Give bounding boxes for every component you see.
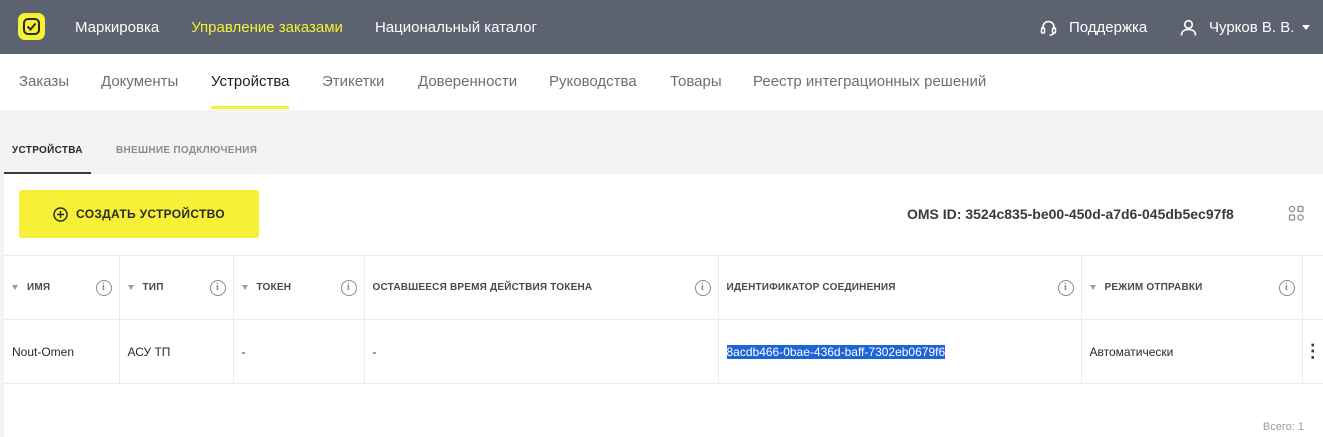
create-device-label: СОЗДАТЬ УСТРОЙСТВО [76,207,225,221]
cell-name: Nout-Omen [4,319,120,384]
table-row[interactable]: Nout-Omen АСУ ТП - - 8acdb466-0bae-436d-… [4,319,1323,384]
copy-settings-icon[interactable] [1288,205,1305,227]
column-header-actions [1302,255,1323,320]
info-icon[interactable]: i [694,280,711,296]
cell-connection-id[interactable]: 8acdb466-0bae-436d-baff-7302eb0679f6 [718,319,1082,384]
column-header-connection-id[interactable]: ИДЕНТИФИКАТОР СОЕДИНЕНИЯ i [718,255,1082,320]
column-header-type[interactable]: ТИП i [119,255,234,320]
devices-table: ИМЯ i ТИП i ТОКЕН i ОСТАВШЕЕСЯ ВРЕМЯ ДЕЙСТВ… [4,255,1323,384]
cell-token-time: - [364,319,719,384]
column-header-send-mode[interactable]: РЕЖИМ ОТПРАВКИ i [1081,255,1303,320]
devices-panel: СОЗДАТЬ УСТРОЙСТВО OMS ID: 3524c835-be00… [4,174,1323,437]
tab-devices-inner[interactable]: УСТРОЙСТВА [4,128,91,174]
top-bar: Маркировка Управление заказами Националь… [0,0,1323,54]
cell-token: - [233,319,365,384]
tab-guides[interactable]: Руководства [549,54,637,110]
info-icon[interactable]: i [1057,280,1074,296]
sort-icon[interactable] [241,284,248,290]
support-link[interactable]: Поддержка [1040,0,1147,54]
cell-type: АСУ ТП [119,319,234,384]
sort-icon[interactable] [12,284,18,290]
plus-circle-icon [53,206,68,222]
column-header-token[interactable]: ТОКЕН i [233,255,365,320]
top-nav-order-management[interactable]: Управление заказами [191,19,343,36]
user-menu[interactable]: Чурков В. В. [1180,0,1311,54]
top-nav-marking[interactable]: Маркировка [75,19,159,36]
chevron-down-icon [1302,24,1311,30]
support-label: Поддержка [1069,18,1148,36]
tab-labels[interactable]: Этикетки [322,54,384,110]
top-nav: Маркировка Управление заказами Националь… [75,0,569,54]
inner-tabs: УСТРОЙСТВА ВНЕШНИЕ ПОДКЛЮЧЕНИЯ [0,128,1323,174]
tab-powers-of-attorney[interactable]: Доверенности [418,54,517,110]
more-actions-icon[interactable]: ⋮ [1302,319,1323,384]
tab-devices[interactable]: Устройства [211,54,290,110]
logo-icon[interactable] [18,13,45,40]
tab-integration-registry[interactable]: Реестр интеграционных решений [753,54,986,110]
column-header-token-time[interactable]: ОСТАВШЕЕСЯ ВРЕМЯ ДЕЙСТВИЯ ТОКЕНА i [364,255,719,320]
oms-id: OMS ID: 3524c835-be00-450d-a7d6-045db5ec… [907,206,1234,222]
top-nav-national-catalog[interactable]: Национальный каталог [375,19,537,36]
table-header-row: ИМЯ i ТИП i ТОКЕН i ОСТАВШЕЕСЯ ВРЕМЯ ДЕЙСТВ… [4,255,1323,320]
total-count: Всего: 1 [1262,421,1304,433]
info-icon[interactable]: i [209,280,226,296]
tab-documents[interactable]: Документы [101,54,178,110]
headset-icon [1040,20,1057,36]
column-header-name[interactable]: ИМЯ i [4,255,120,320]
info-icon[interactable]: i [340,280,357,296]
create-device-button[interactable]: СОЗДАТЬ УСТРОЙСТВО [19,190,259,238]
user-icon [1180,19,1197,36]
tab-products[interactable]: Товары [670,54,722,110]
info-icon[interactable]: i [95,280,112,296]
selected-text[interactable]: 8acdb466-0bae-436d-baff-7302eb0679f6 [726,344,946,359]
cell-send-mode: Автоматически [1081,319,1303,384]
section-nav: Заказы Документы Устройства Этикетки Дов… [0,54,1323,110]
sort-icon[interactable] [1089,284,1096,290]
tab-orders[interactable]: Заказы [19,54,69,110]
sort-icon[interactable] [127,284,134,290]
user-name: Чурков В. В. [1209,18,1295,36]
info-icon[interactable]: i [1278,280,1295,296]
tab-external-connections[interactable]: ВНЕШНИЕ ПОДКЛЮЧЕНИЯ [116,128,257,174]
